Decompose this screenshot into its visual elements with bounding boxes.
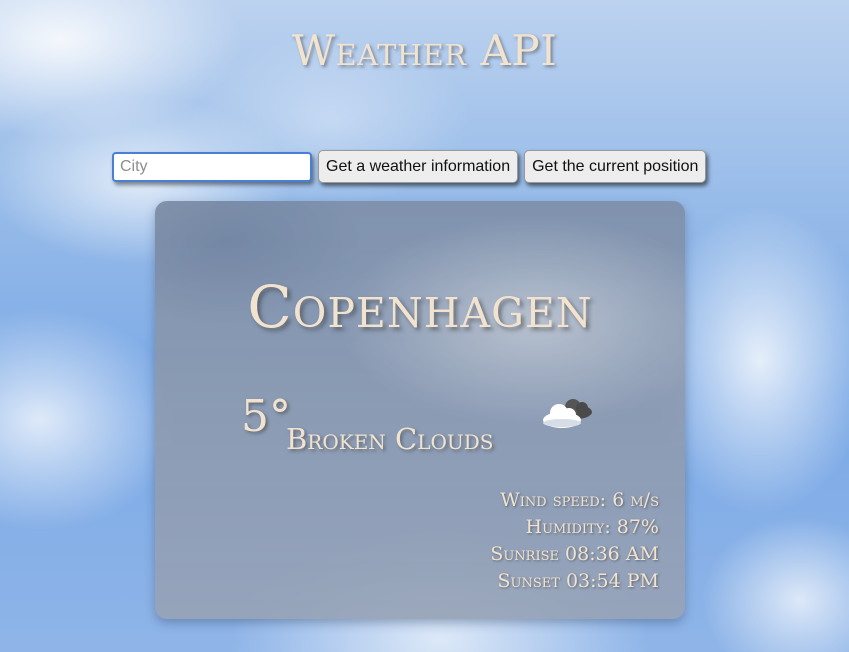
weather-details: Wind speed: 6 m/s Humidity: 87% Sunrise … <box>490 487 659 595</box>
weather-card: Copenhagen 5° Broken Clouds Wind speed: … <box>155 201 685 619</box>
humidity: Humidity: 87% <box>525 516 659 538</box>
city-name: Copenhagen <box>247 273 593 341</box>
wind-speed: Wind speed: 6 m/s <box>500 489 659 511</box>
weather-condition: Broken Clouds <box>286 422 494 456</box>
get-current-position-button[interactable]: Get the current position <box>524 150 707 183</box>
city-input[interactable] <box>112 151 312 182</box>
broken-clouds-icon <box>543 399 592 428</box>
search-controls: Get a weather information Get the curren… <box>112 150 707 183</box>
sunset-time: Sunset 03:54 PM <box>497 570 660 592</box>
sunrise-time: Sunrise 08:36 AM <box>490 543 659 565</box>
temperature: 5° <box>241 391 291 442</box>
page-title: Weather API <box>291 26 558 75</box>
get-weather-button[interactable]: Get a weather information <box>318 150 519 183</box>
